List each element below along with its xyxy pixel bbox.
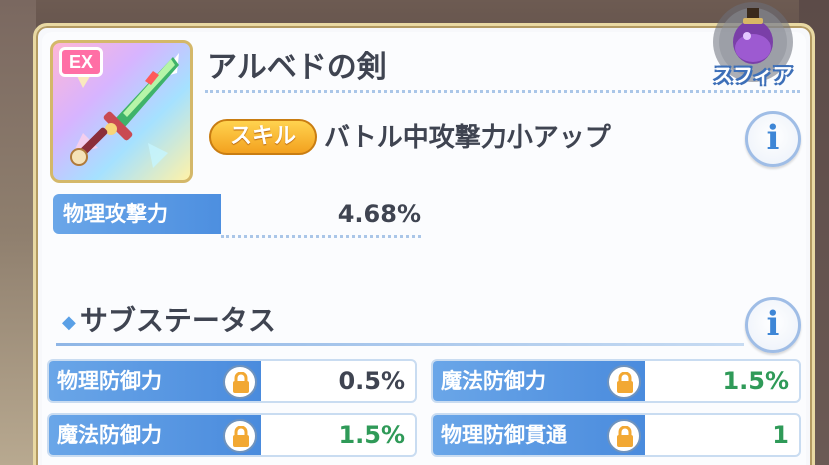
sub-stat-value: 1.5% — [338, 421, 405, 449]
diamond-icon: ◆ — [62, 311, 76, 333]
sub-stat-value: 1.5% — [722, 367, 789, 395]
sub-stat-value: 0.5% — [338, 367, 405, 395]
main-stat-divider — [221, 235, 421, 238]
sub-stat-value: 1 — [772, 421, 789, 449]
ex-badge: EX — [59, 47, 103, 77]
sub-status-title: ◆ サブステータス — [62, 304, 276, 337]
sub-status-info-button[interactable]: i — [745, 297, 801, 353]
title-divider — [205, 90, 800, 93]
sub-stat-row[interactable]: 物理防御貫通 1 — [431, 413, 801, 457]
skill-info-button[interactable]: i — [745, 111, 801, 167]
skill-name: バトル中攻撃力小アップ — [324, 123, 611, 153]
skill-badge: スキル — [209, 119, 317, 155]
main-stat-label: 物理攻撃力 — [53, 194, 221, 234]
background-left — [0, 0, 36, 465]
lock-icon[interactable] — [607, 419, 641, 453]
sub-status-underline — [56, 343, 744, 346]
main-stat-value: 4.68% — [337, 200, 421, 228]
sphere-label[interactable]: スフィア — [700, 59, 806, 88]
item-name: アルベドの剣 — [207, 50, 387, 85]
lock-icon[interactable] — [223, 419, 257, 453]
sub-stat-row[interactable]: 魔法防御力 1.5% — [431, 359, 801, 403]
item-icon-frame: EX — [50, 40, 193, 183]
lock-icon[interactable] — [607, 365, 641, 399]
sub-stat-row[interactable]: 物理防御力 0.5% — [47, 359, 417, 403]
lock-icon[interactable] — [223, 365, 257, 399]
sub-stat-row[interactable]: 魔法防御力 1.5% — [47, 413, 417, 457]
